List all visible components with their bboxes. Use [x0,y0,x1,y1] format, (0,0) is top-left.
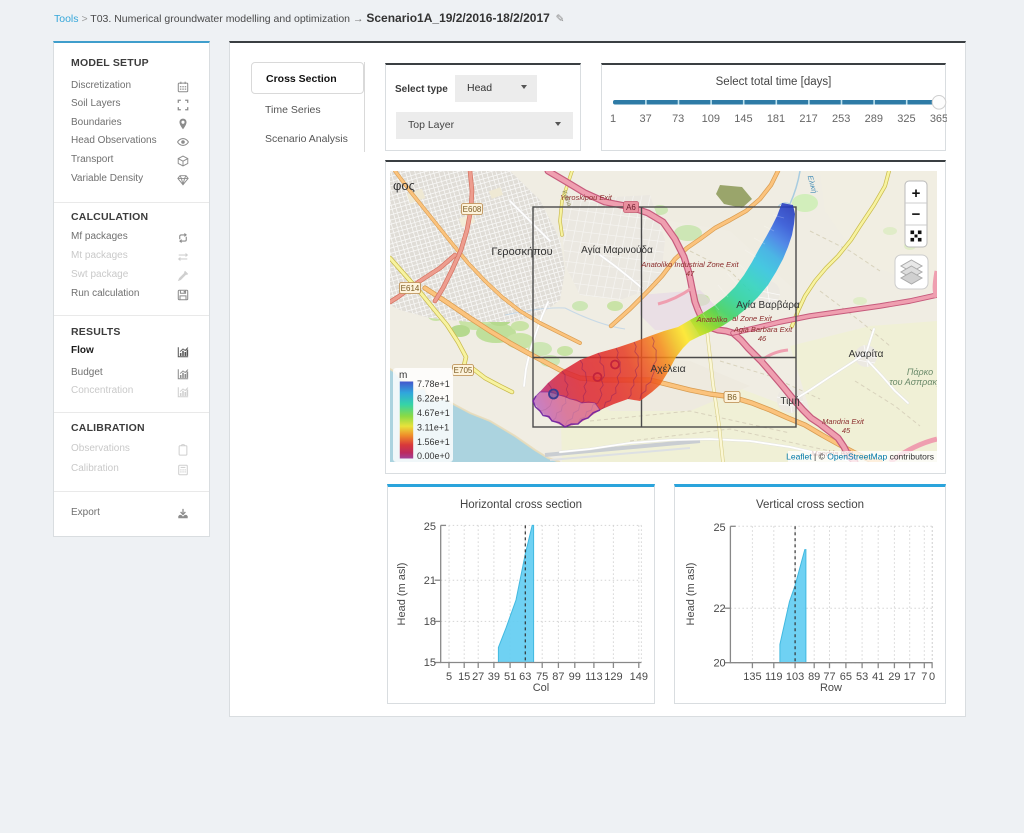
svg-text:Col: Col [533,682,550,694]
svg-text:15: 15 [458,671,470,683]
svg-text:0: 0 [929,671,935,683]
svg-text:Leaflet | © OpenStreetMap cont: Leaflet | © OpenStreetMap contributors [786,452,934,462]
svg-text:129: 129 [604,671,622,683]
svg-text:217: 217 [799,113,817,125]
svg-text:φος: φος [393,178,415,193]
svg-text:149: 149 [630,671,648,683]
svg-text:Πάρκο: Πάρκο [907,367,933,377]
svg-text:B6: B6 [727,393,737,402]
svg-text:45: 45 [842,426,851,435]
svg-text:119: 119 [765,671,783,683]
svg-text:−: − [912,206,921,223]
svg-text:253: 253 [832,113,850,125]
svg-text:46: 46 [758,334,767,343]
svg-text:Τιμή: Τιμή [780,395,799,407]
svg-text:3.11e+1: 3.11e+1 [417,423,449,433]
svg-text:22: 22 [713,603,725,615]
svg-text:Agia Barbara Exit: Agia Barbara Exit [733,325,793,334]
svg-text:Αγία Βαρβάρα: Αγία Βαρβάρα [736,299,800,311]
svg-text:Αγία Μαρινούδα: Αγία Μαρινούδα [581,244,653,256]
svg-text:1.56e+1: 1.56e+1 [417,437,450,447]
svg-text:6.22e+1: 6.22e+1 [417,394,450,404]
svg-text:1: 1 [610,113,616,125]
svg-text:Head (m asl): Head (m asl) [396,563,408,626]
svg-text:E608: E608 [463,205,482,214]
svg-text:m: m [399,370,407,381]
svg-text:181: 181 [767,113,785,125]
svg-text:Αχέλεια: Αχέλεια [650,363,685,375]
svg-text:99: 99 [569,671,581,683]
svg-text:20: 20 [713,658,725,670]
svg-text:Head (m asl): Head (m asl) [685,563,697,626]
svg-text:325: 325 [897,113,915,125]
svg-text:103: 103 [786,671,804,683]
svg-text:4.67e+1: 4.67e+1 [417,408,450,418]
svg-text:A6: A6 [626,203,636,212]
svg-text:E705: E705 [454,366,473,375]
svg-text:7: 7 [921,671,927,683]
svg-text:145: 145 [734,113,752,125]
svg-text:87: 87 [552,671,564,683]
svg-text:135: 135 [743,671,761,683]
svg-text:365: 365 [930,113,947,125]
svg-text:Anatoliko Industrial Zone Exit: Anatoliko Industrial Zone Exit [640,260,739,269]
svg-text:0.00e+0: 0.00e+0 [417,451,450,461]
svg-text:15: 15 [424,657,436,669]
svg-text:25: 25 [713,522,725,534]
svg-text:17: 17 [904,671,916,683]
svg-text:Anatoliko: Anatoliko [696,315,728,324]
svg-text:89: 89 [808,671,820,683]
svg-text:του Ασπρακρ.: του Ασπρακρ. [889,377,937,387]
svg-text:+: + [912,185,921,202]
svg-text:113: 113 [585,671,603,683]
svg-text:Αναρίτα: Αναρίτα [849,348,884,360]
svg-text:7.78e+1: 7.78e+1 [417,379,450,389]
svg-text:5: 5 [446,671,452,683]
svg-text:21: 21 [424,575,436,587]
svg-text:18: 18 [424,616,436,628]
svg-text:41: 41 [872,671,884,683]
svg-text:53: 53 [856,671,868,683]
svg-text:27: 27 [472,671,484,683]
svg-text:47: 47 [686,269,695,278]
svg-text:37: 37 [639,113,651,125]
svg-text:al Zone Exit: al Zone Exit [732,314,773,323]
svg-text:Γεροσκήπου: Γεροσκήπου [491,246,552,258]
svg-text:Mandria Exit: Mandria Exit [822,417,865,426]
svg-text:25: 25 [424,521,436,533]
svg-text:51: 51 [504,671,516,683]
svg-text:39: 39 [488,671,500,683]
svg-text:Row: Row [820,682,842,694]
svg-text:289: 289 [865,113,883,125]
svg-text:109: 109 [702,113,720,125]
svg-text:E614: E614 [401,284,420,293]
svg-text:73: 73 [672,113,684,125]
svg-text:63: 63 [519,671,531,683]
svg-text:29: 29 [888,671,900,683]
